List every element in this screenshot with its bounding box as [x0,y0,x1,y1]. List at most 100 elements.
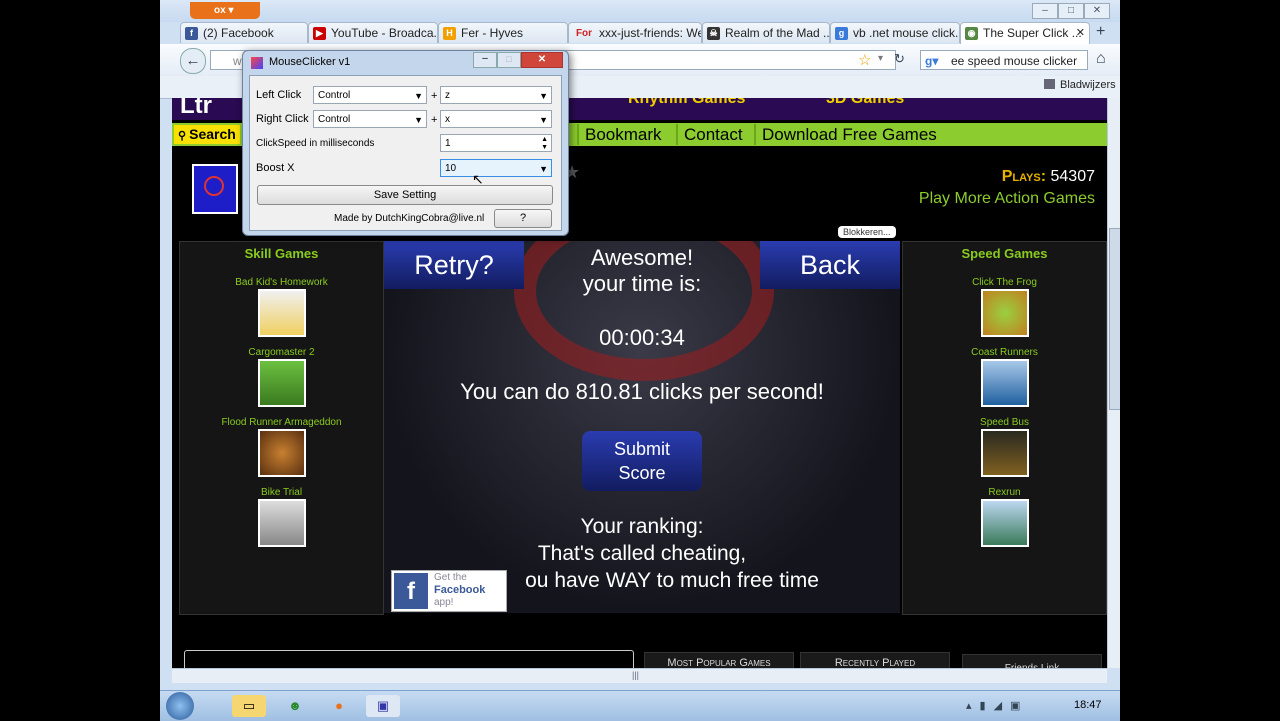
firefox-taskbar-icon[interactable]: ● [322,695,356,717]
reload-icon[interactable]: ↻ [894,51,905,67]
back-icon[interactable]: ← [180,48,206,74]
nav-bookmark[interactable]: Bookmark [577,124,668,145]
dropdown-arrow-icon: ▼ [539,164,548,174]
bookmarks-button[interactable]: Bladwijzers [1044,79,1116,91]
clickspeed-label: ClickSpeed in milliseconds [256,138,375,149]
ranking-line-1: That's called cheating, [537,542,747,565]
speed-games-title: Speed Games [961,246,1048,261]
tab-most-popular-games[interactable]: Most Popular Games [644,652,794,668]
start-button-icon[interactable] [166,692,194,720]
site-logo-fragment: Ltr [180,98,212,119]
firefox-menu-button[interactable]: ox ▾ [190,2,260,19]
vertical-scrollbar[interactable] [1107,98,1120,668]
save-setting-button[interactable]: Save Setting [257,185,553,205]
tab-super-click[interactable]: ◉ The Super Click ... ✕ [960,22,1090,44]
game-link-click-the-frog[interactable]: Click The Frog [903,277,1106,288]
game-link-bad-kids-homework[interactable]: Bad Kid's Homework [180,277,383,288]
tab-just-friends[interactable]: Forxxx-just-friends: We... [568,22,702,43]
bookmark-folder-icon [1044,79,1055,89]
scroll-thumb[interactable] [1109,228,1120,410]
minimize-icon[interactable]: – [1032,3,1058,19]
game-thumbnail[interactable] [192,164,238,214]
mouseclicker-window: MouseClicker v1 – □ ✕ Left Click Control… [242,50,569,236]
star-icon[interactable]: ☆ [858,51,871,69]
clicks-per-second: You can do 810.81 clicks per second! [460,379,824,404]
category-3d-games[interactable]: 3D Games [826,98,904,108]
tab-realm[interactable]: ☠ Realm of the Mad ... [702,22,830,43]
game-link-rexrun[interactable]: Rexrun [903,487,1106,498]
blokkeren-button[interactable]: Blokkeren... [838,226,896,238]
game-link-bike-trial[interactable]: Bike Trial [180,487,383,498]
clock[interactable]: 18:47 [1074,699,1102,711]
title-bar: ox ▾ – □ ✕ [160,0,1120,22]
tab-strip: f (2) Facebook ▶ YouTube - Broadca... H Fer… [160,22,1120,44]
right-click-modifier-select[interactable]: Control ▼ [313,110,427,128]
flood-runner-thumbnail[interactable] [258,429,306,477]
right-click-key-select[interactable]: x ▼ [440,110,552,128]
skull-icon: ☠ [707,27,720,40]
tab-friends-link[interactable]: Friends Link [962,654,1102,668]
taskbar: ▭ ☻ ● ▣ ▴▮◢▣ 18:47 [160,690,1120,721]
nav-contact[interactable]: Contact [676,124,749,145]
spin-arrows-icon[interactable]: ▲ ▼ [541,136,548,152]
category-rhythm-games[interactable]: Rhythm Games [628,98,745,108]
plus-label: + [431,90,438,102]
mouseclicker-taskbar-icon[interactable]: ▣ [366,695,400,717]
youtube-icon: ▶ [313,27,326,40]
nav-download-free-games[interactable]: Download Free Games [754,124,943,145]
tab-facebook[interactable]: f (2) Facebook [180,22,308,43]
game-link-cargomaster-2[interactable]: Cargomaster 2 [180,347,383,358]
tab-hyves[interactable]: H Fer - Hyves [438,22,568,43]
bad-kids-homework-thumbnail[interactable] [258,289,306,337]
cargomaster-thumbnail[interactable] [258,359,306,407]
dropdown-arrow-icon: ▼ [414,91,423,101]
search-box[interactable]: g▾ ee speed mouse clicker [920,50,1088,70]
tab-vbnet[interactable]: g vb .net mouse click... [830,22,960,43]
your-time-label: your time is: [582,271,702,296]
h-scroll-grip-icon: ||| [632,670,640,680]
explorer-icon[interactable]: ▭ [232,695,266,717]
close-icon[interactable]: ✕ [1084,3,1110,19]
forum-icon: For [575,28,593,39]
play-more-link[interactable]: Play More Action Games [919,190,1095,208]
boost-select[interactable]: 10 ▼ [440,159,552,177]
dialog-maximize-icon[interactable]: □ [497,52,521,68]
tab-recently-played[interactable]: Recently Played [800,652,950,668]
new-tab-icon[interactable]: + [1096,23,1105,41]
site-search-button[interactable]: ⚲ Search [174,125,240,144]
game-area: Retry? Back Awesome! your time is: 00:00… [384,241,900,613]
submit-score-button[interactable]: Submit Score [582,431,702,491]
cursor-target-icon [204,176,224,196]
coast-runners-thumbnail[interactable] [981,359,1029,407]
home-icon[interactable]: ⌂ [1096,50,1106,68]
dialog-close-icon[interactable]: ✕ [521,52,563,68]
maximize-icon[interactable]: □ [1058,3,1084,19]
dropdown-arrow-icon: ▼ [414,115,423,125]
game-link-speed-bus[interactable]: Speed Bus [903,417,1106,428]
help-button[interactable]: ? [494,209,552,228]
game-link-coast-runners[interactable]: Coast Runners [903,347,1106,358]
click-the-frog-thumbnail[interactable] [981,289,1029,337]
dropdown-arrow-icon[interactable]: ▾ [878,53,883,64]
rexrun-thumbnail[interactable] [981,499,1029,547]
left-click-key-select[interactable]: z ▼ [440,86,552,104]
game-link-flood-runner[interactable]: Flood Runner Armageddon [180,417,383,428]
clickspeed-stepper[interactable]: 1 ▲ ▼ [440,134,552,152]
dialog-body: Left Click Control ▼ + z ▼ Right Click Con… [249,75,562,231]
left-click-modifier-select[interactable]: Control ▼ [313,86,427,104]
dialog-minimize-icon[interactable]: – [473,52,497,68]
messenger-icon[interactable]: ☻ [278,695,312,717]
close-tab-icon[interactable]: ✕ [1076,23,1085,44]
search-icon: ⚲ [178,130,190,142]
speed-games-column: Speed Games Click The Frog Coast Runners… [902,241,1107,615]
bike-trial-thumbnail[interactable] [258,499,306,547]
skill-games-title: Skill Games [244,246,319,261]
app-icon [251,57,263,69]
dropdown-arrow-icon: ▼ [539,115,548,125]
facebook-logo-icon: f [394,573,428,609]
speed-bus-thumbnail[interactable] [981,429,1029,477]
bottom-panel-left [184,650,634,668]
facebook-app-badge[interactable]: f Get the Facebook app! [391,570,507,612]
horizontal-scrollbar[interactable]: ||| [172,668,1107,683]
tab-youtube[interactable]: ▶ YouTube - Broadca... [308,22,438,43]
